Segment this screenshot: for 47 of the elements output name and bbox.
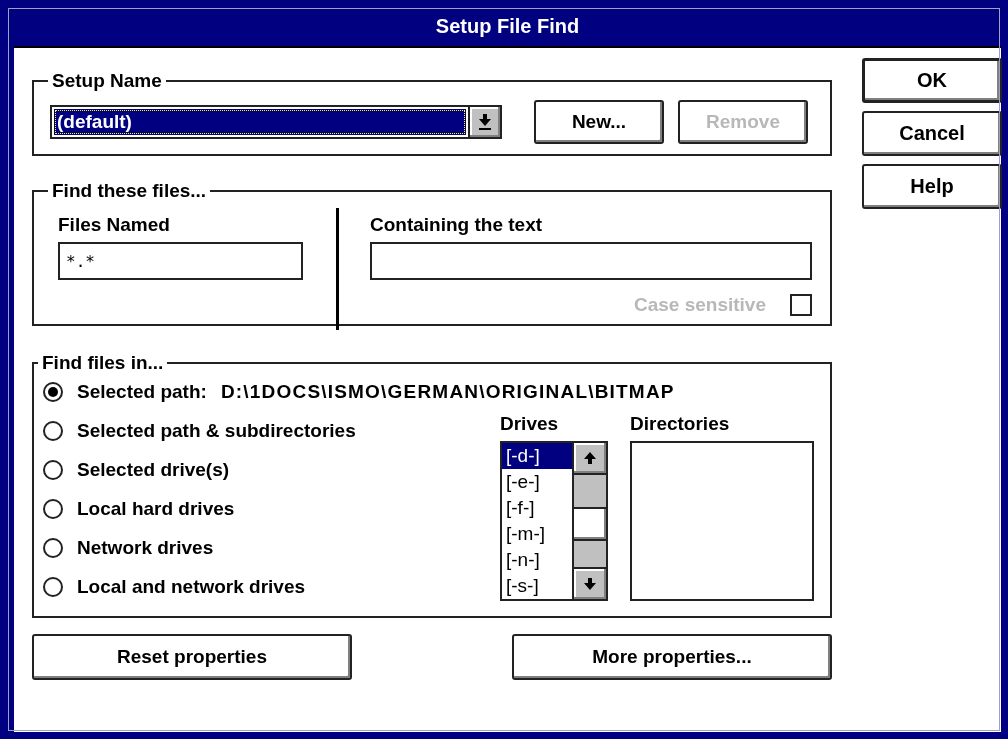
radio-button[interactable] (43, 420, 63, 441)
radio-button[interactable] (43, 537, 63, 558)
text-field[interactable] (370, 242, 812, 280)
list-label: Directories (630, 413, 731, 433)
arrow-up-icon (583, 452, 597, 464)
list-item[interactable]: [-m-] (502, 521, 572, 547)
button[interactable]: Cancel (862, 111, 1002, 156)
scrollbar[interactable] (572, 443, 606, 599)
button[interactable]: More properties... (512, 634, 832, 680)
radio-button[interactable] (43, 381, 63, 402)
field-label: Containing the text (370, 214, 544, 236)
button[interactable]: New... (534, 100, 664, 144)
button[interactable]: Help (862, 164, 1002, 209)
option-label: Local and network drives (77, 575, 306, 598)
drives-list[interactable]: [-d-] [-e-] [-f-] [-m-] [-n-] [-s-] (500, 441, 608, 601)
directories-list[interactable] (630, 441, 814, 601)
option-label: Selected drive(s) (77, 458, 230, 481)
field-label: Files Named (58, 214, 171, 236)
radio-button[interactable] (43, 459, 63, 480)
scroll-thumb[interactable] (574, 507, 606, 541)
dropdown-arrow-button[interactable] (468, 107, 500, 137)
option-label: Selected path: (77, 380, 207, 403)
option-label: Network drives (77, 536, 214, 559)
window-title: Setup File Find (14, 7, 1001, 48)
button[interactable]: Reset properties (32, 634, 352, 680)
button[interactable]: OK (862, 58, 1002, 103)
list-label: Drives (500, 413, 560, 433)
option-label: Selected path & subdirectories (77, 419, 356, 442)
list-item[interactable]: [-e-] (502, 469, 572, 495)
path-text: D:\1DOCS\ISMO\GERMAN\ORIGINAL\BITMAP (220, 380, 675, 403)
group-label: Setup Name (51, 72, 163, 90)
scroll-down-button[interactable] (574, 567, 606, 599)
list-item[interactable]: [-n-] (502, 547, 572, 573)
option-label: Local hard drives (77, 497, 235, 520)
group-label: Find these files... (51, 182, 208, 200)
checkbox-label: Case sensitive (633, 294, 766, 316)
list-item[interactable]: [-s-] (502, 573, 572, 599)
setup-name-dropdown[interactable]: (default) (50, 105, 502, 139)
radio-button[interactable] (43, 576, 63, 597)
files-named-field[interactable]: *.* (58, 242, 303, 280)
scroll-up-button[interactable] (574, 443, 606, 475)
arrow-down-icon (583, 578, 597, 590)
list-item[interactable]: [-d-] (502, 443, 572, 469)
arrow-down-icon (478, 114, 492, 130)
radio-button[interactable] (43, 498, 63, 519)
list-item[interactable]: [-f-] (502, 495, 572, 521)
group-label: Find files in... (41, 354, 165, 372)
